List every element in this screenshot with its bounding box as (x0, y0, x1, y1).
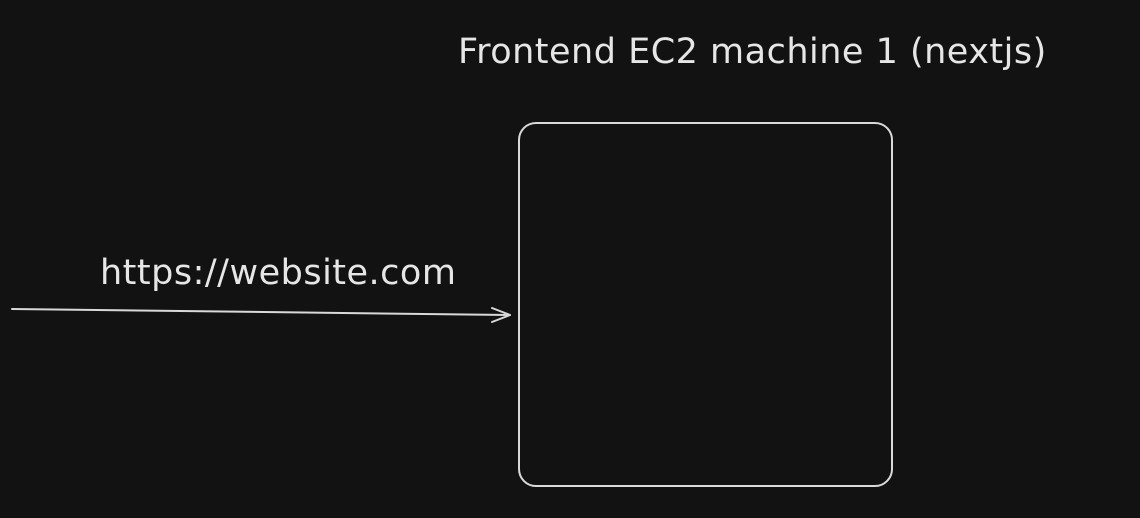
diagram-canvas: Frontend EC2 machine 1 (nextjs) https://… (0, 0, 1140, 518)
request-arrow (11, 307, 511, 323)
arrow-shaft (11, 308, 511, 316)
